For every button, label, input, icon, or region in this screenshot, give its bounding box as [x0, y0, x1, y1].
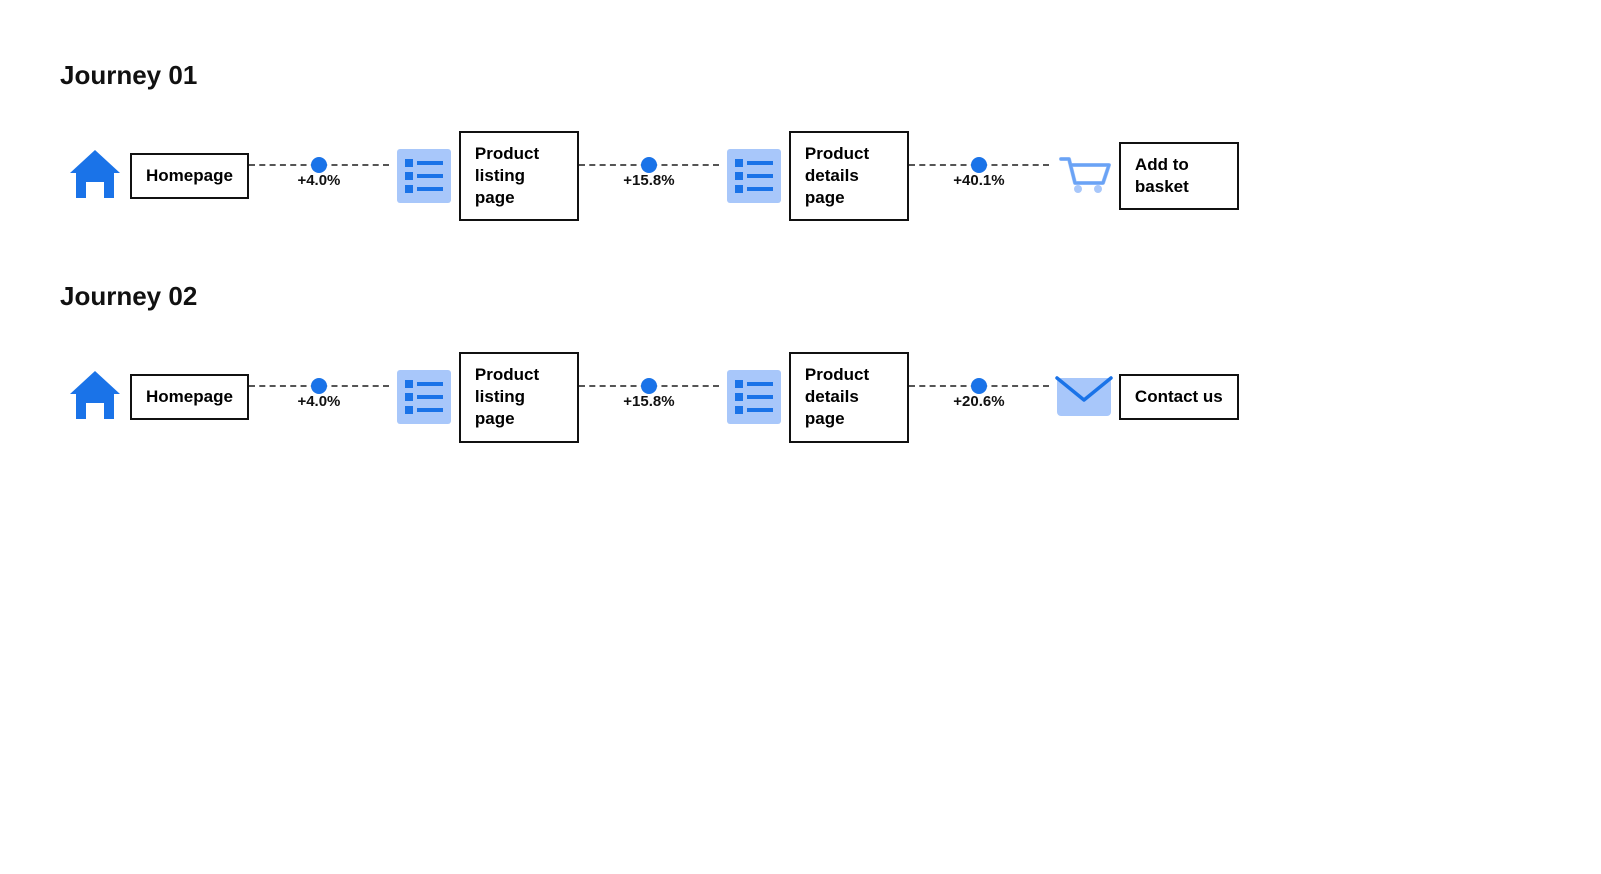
percent-1-2: +15.8% [623, 172, 674, 189]
details-1-label: Product details page [789, 131, 909, 221]
listing-2-label: Product listing page [459, 352, 579, 442]
percent-2-3: +20.6% [953, 393, 1004, 410]
node-listing-1: Product listing page [389, 131, 579, 221]
listing-1-label: Product listing page [459, 131, 579, 221]
basket-icon [1049, 141, 1119, 211]
journey-02-flow: Homepage +4.0% [60, 352, 1541, 442]
percent-1-1: +4.0% [297, 172, 340, 189]
listing-icon-2 [389, 362, 459, 432]
homepage-1-label: Homepage [130, 153, 249, 199]
connector-dot [641, 378, 657, 394]
node-details-1: Product details page [719, 131, 909, 221]
node-homepage-2: Homepage [60, 362, 249, 432]
percent-2-2: +15.8% [623, 393, 674, 410]
home-icon [60, 141, 130, 211]
homepage-2-label: Homepage [130, 374, 249, 420]
basket-1-label: Add to basket [1119, 142, 1239, 210]
node-listing-2: Product listing page [389, 352, 579, 442]
node-details-2: Product details page [719, 352, 909, 442]
connector-2-1: +4.0% [249, 385, 389, 410]
connector-1-3: +40.1% [909, 164, 1049, 189]
node-contact-2: Contact us [1049, 362, 1239, 432]
connector-2-3: +20.6% [909, 385, 1049, 410]
journey-01-section: Journey 01 Homepage +4.0% [60, 60, 1541, 221]
connector-1-1: +4.0% [249, 164, 389, 189]
details-2-label: Product details page [789, 352, 909, 442]
node-homepage-1: Homepage [60, 141, 249, 211]
contact-icon [1049, 362, 1119, 432]
journey-02-title: Journey 02 [60, 281, 1541, 312]
connector-dot [311, 378, 327, 394]
connector-dot [971, 378, 987, 394]
connector-dot [311, 157, 327, 173]
journey-01-flow: Homepage +4.0% [60, 131, 1541, 221]
connector-1-2: +15.8% [579, 164, 719, 189]
contact-2-label: Contact us [1119, 374, 1239, 420]
percent-1-3: +40.1% [953, 172, 1004, 189]
home-icon-2 [60, 362, 130, 432]
details-icon-2 [719, 362, 789, 432]
percent-2-1: +4.0% [297, 393, 340, 410]
connector-dot [641, 157, 657, 173]
node-basket-1: Add to basket [1049, 141, 1239, 211]
details-icon [719, 141, 789, 211]
journey-01-title: Journey 01 [60, 60, 1541, 91]
connector-dot [971, 157, 987, 173]
connector-2-2: +15.8% [579, 385, 719, 410]
listing-icon [389, 141, 459, 211]
journey-02-section: Journey 02 Homepage +4.0% [60, 281, 1541, 442]
